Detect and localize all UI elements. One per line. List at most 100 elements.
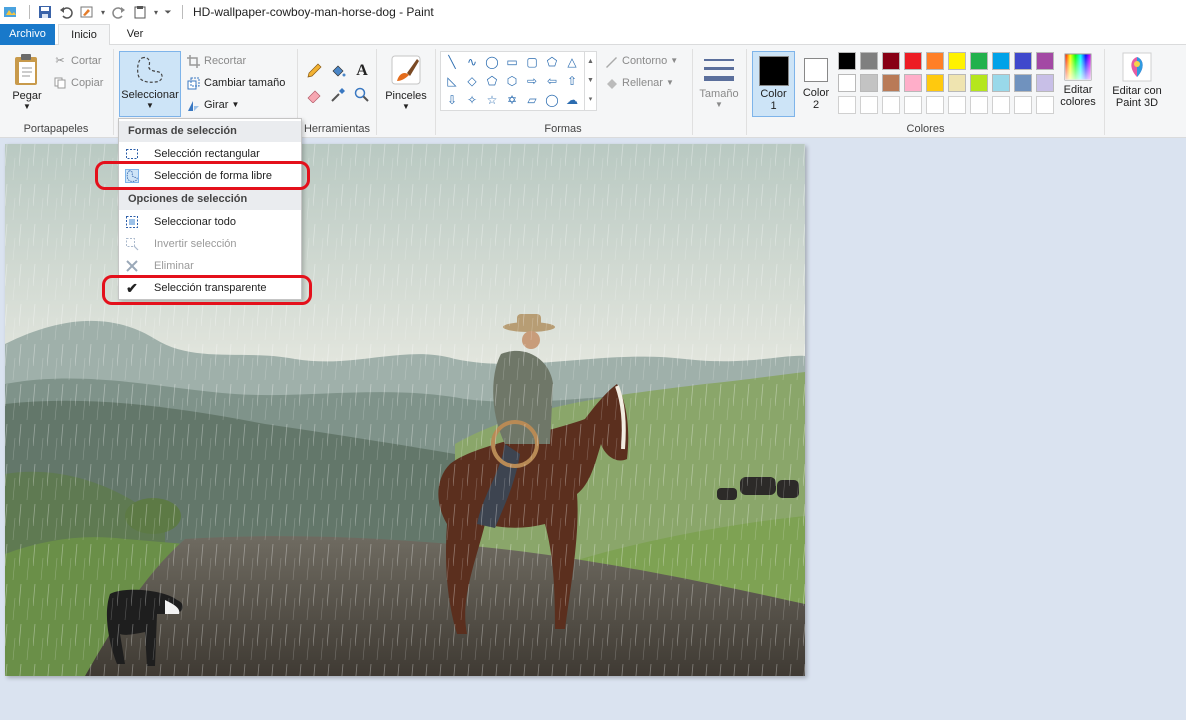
triangle-shape-icon[interactable]: △ (563, 53, 581, 71)
color-swatch[interactable] (926, 74, 944, 92)
rounded-rectangle-shape-icon[interactable]: ▢ (523, 53, 541, 71)
selection-shapes-header: Formas de selección (119, 121, 301, 142)
polygon-shape-icon[interactable]: ⬠ (543, 53, 561, 71)
outline-button[interactable]: Contorno ▼ (604, 52, 678, 70)
crop-icon (186, 54, 200, 68)
highlight-transparent-selection (102, 275, 312, 305)
chevron-down-icon: ▼ (146, 101, 154, 110)
rectangle-shape-icon[interactable]: ▭ (503, 53, 521, 71)
empty-color-swatch[interactable] (838, 96, 856, 114)
color-picker-icon[interactable] (328, 85, 348, 105)
customize-toolbar-icon[interactable]: ⏷ (163, 3, 173, 21)
brushes-button[interactable]: Pinceles ▼ (382, 49, 430, 111)
empty-color-swatch[interactable] (992, 96, 1010, 114)
edit-with-paint3d-button[interactable]: Editar con Paint 3D (1108, 49, 1166, 109)
menu-item-select-all[interactable]: Seleccionar todo (119, 211, 301, 233)
paint-app-icon[interactable] (2, 3, 20, 21)
delete-label: Eliminar (154, 260, 194, 272)
color-swatch[interactable] (992, 52, 1010, 70)
color-swatch[interactable] (948, 52, 966, 70)
color2-button[interactable]: Color 2 (797, 51, 835, 117)
line-shape-icon[interactable]: ╲ (443, 53, 461, 71)
tools-group-label: Herramientas (303, 123, 371, 135)
empty-color-swatch[interactable] (1036, 96, 1054, 114)
chevron-down-icon: ▼ (715, 100, 723, 109)
magnifier-icon[interactable] (352, 85, 372, 105)
color-swatch[interactable] (970, 52, 988, 70)
color-swatch[interactable] (838, 74, 856, 92)
paste-button[interactable]: Pegar ▼ (6, 49, 48, 111)
select-dropdown-menu: Formas de selección Selección rectangula… (118, 118, 302, 300)
curve-shape-icon[interactable]: ∿ (463, 53, 481, 71)
crop-button[interactable]: Recortar (186, 52, 246, 70)
separator (29, 5, 30, 19)
pencil-icon[interactable] (304, 61, 324, 81)
resize-button[interactable]: Cambiar tamaño (186, 74, 285, 92)
separator (1104, 49, 1105, 135)
color-swatch[interactable] (926, 52, 944, 70)
color-swatch[interactable] (1036, 74, 1054, 92)
shapes-scrollbar[interactable]: ▲ ▼ ▾ (584, 52, 596, 110)
color-swatch[interactable] (1014, 74, 1032, 92)
color-swatch[interactable] (904, 74, 922, 92)
clipboard-icon[interactable] (131, 3, 149, 21)
save-icon[interactable] (36, 3, 54, 21)
color1-button[interactable]: Color 1 (752, 51, 795, 117)
diamond-shape-icon[interactable]: ◇ (463, 72, 481, 90)
hexagon-shape-icon[interactable]: ⬡ (503, 72, 521, 90)
pentagon-shape-icon[interactable]: ⬠ (483, 72, 501, 90)
color-swatch[interactable] (992, 74, 1010, 92)
empty-color-swatch[interactable] (970, 96, 988, 114)
empty-color-swatch[interactable] (926, 96, 944, 114)
quick-access-toolbar: ▾ ▾ ⏷ (0, 0, 176, 24)
edit-colors-button[interactable]: Editar colores (1057, 49, 1099, 108)
empty-color-swatch[interactable] (904, 96, 922, 114)
four-point-star-shape-icon[interactable]: ✧ (463, 91, 481, 109)
menu-item-invert-selection[interactable]: Invertir selección (119, 233, 301, 255)
size-button[interactable]: Tamaño ▼ (697, 49, 741, 109)
redo-icon[interactable] (110, 3, 128, 21)
eraser-icon[interactable] (304, 85, 324, 105)
fill-button[interactable]: Rellenar ▼ (604, 74, 674, 92)
color-swatch[interactable] (860, 74, 878, 92)
color-swatch[interactable] (1014, 52, 1032, 70)
chevron-down-icon[interactable]: ▾ (152, 3, 160, 21)
empty-color-swatch[interactable] (860, 96, 878, 114)
color-swatch[interactable] (1036, 52, 1054, 70)
fill-bucket-icon[interactable] (328, 61, 348, 81)
select-label: Seleccionar (121, 89, 179, 101)
color-swatch[interactable] (882, 52, 900, 70)
oval-shape-icon[interactable]: ◯ (483, 53, 501, 71)
six-point-star-shape-icon[interactable]: ✡ (503, 91, 521, 109)
right-arrow-shape-icon[interactable]: ⇨ (523, 72, 541, 90)
tab-file[interactable]: Archivo (0, 24, 55, 45)
oval-callout-shape-icon[interactable]: ◯ (543, 91, 561, 109)
right-triangle-shape-icon[interactable]: ◺ (443, 72, 461, 90)
five-point-star-shape-icon[interactable]: ☆ (483, 91, 501, 109)
color-swatch[interactable] (882, 74, 900, 92)
color-swatch[interactable] (838, 52, 856, 70)
empty-color-swatch[interactable] (882, 96, 900, 114)
rotate-button[interactable]: Girar ▼ (186, 96, 239, 114)
color-swatch[interactable] (860, 52, 878, 70)
empty-color-swatch[interactable] (948, 96, 966, 114)
rounded-callout-shape-icon[interactable]: ▱ (523, 91, 541, 109)
text-tool-icon[interactable]: A (352, 61, 372, 81)
select-button[interactable]: Seleccionar ▼ (119, 51, 181, 117)
tab-view[interactable]: Ver (112, 24, 158, 45)
menu-item-delete[interactable]: Eliminar (119, 255, 301, 277)
undo-icon[interactable] (57, 3, 75, 21)
color-swatch[interactable] (904, 52, 922, 70)
color-swatch[interactable] (948, 74, 966, 92)
paint-palette-icon[interactable] (78, 3, 96, 21)
cut-button[interactable]: ✂ Cortar (53, 52, 101, 70)
down-arrow-shape-icon[interactable]: ⇩ (443, 91, 461, 109)
left-arrow-shape-icon[interactable]: ⇦ (543, 72, 561, 90)
copy-button[interactable]: Copiar (53, 74, 103, 92)
chevron-down-icon[interactable]: ▾ (99, 3, 107, 21)
color-swatch[interactable] (970, 74, 988, 92)
up-arrow-shape-icon[interactable]: ⇧ (563, 72, 581, 90)
tab-home[interactable]: Inicio (58, 24, 110, 46)
cloud-callout-shape-icon[interactable]: ☁ (563, 91, 581, 109)
empty-color-swatch[interactable] (1014, 96, 1032, 114)
